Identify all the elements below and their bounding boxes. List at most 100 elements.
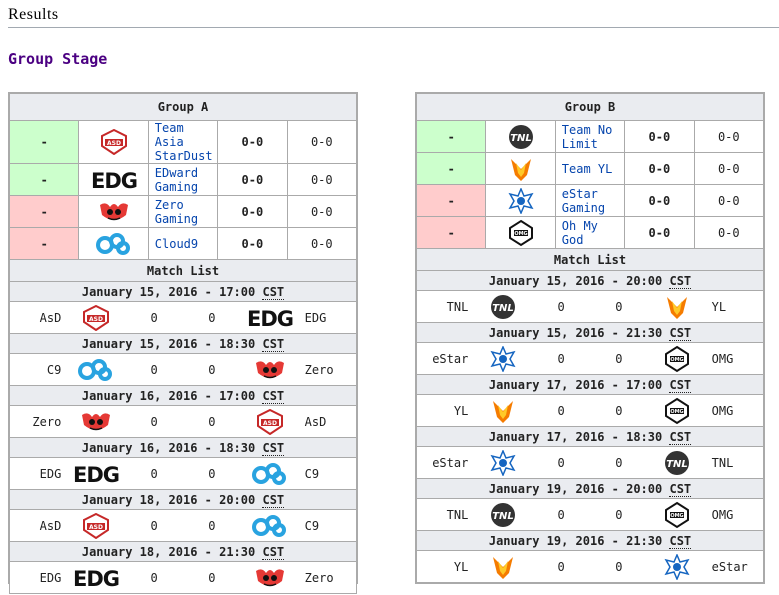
omg-logo-icon[interactable]: OMG xyxy=(508,219,534,247)
asd-logo-icon[interactable]: ASD xyxy=(81,304,111,331)
zero-logo-icon[interactable] xyxy=(78,409,114,435)
match-team2-score: 0 xyxy=(182,509,241,542)
match-date: January 17, 2016 - 17:00 CST xyxy=(416,374,764,395)
match-team2-name: OMG xyxy=(705,394,764,427)
cloud9-logo-icon[interactable] xyxy=(95,232,133,255)
team-logo-cell: ASD xyxy=(78,120,149,164)
match-date-text: January 17, 2016 - 18:30 xyxy=(488,429,663,444)
timezone-abbr[interactable]: CST xyxy=(262,336,285,352)
match-team1-logo: EDG xyxy=(67,457,126,490)
estar-logo-icon[interactable] xyxy=(508,187,534,214)
yl-logo-icon[interactable] xyxy=(489,553,517,581)
timezone-abbr[interactable]: CST xyxy=(262,492,285,508)
match-team1-name: TNL xyxy=(416,498,475,531)
match-team2-name: OMG xyxy=(705,498,764,531)
match-team2-score: 0 xyxy=(589,498,648,531)
team-name-link[interactable]: Oh My God xyxy=(554,216,626,249)
estar-logo-icon[interactable] xyxy=(664,553,690,580)
timezone-abbr[interactable]: CST xyxy=(262,284,285,300)
omg-logo-icon[interactable]: OMG xyxy=(664,345,690,373)
timezone-abbr[interactable]: CST xyxy=(262,388,285,404)
omg-logo-icon[interactable]: OMG xyxy=(664,397,690,425)
match-team2-score: 0 xyxy=(182,457,241,490)
match-team1-score: 0 xyxy=(125,457,183,490)
omg-logo-icon[interactable]: OMG xyxy=(664,501,690,529)
team-status-cell: - xyxy=(415,216,487,249)
estar-logo-icon[interactable] xyxy=(490,345,516,372)
svg-text:EDG: EDG xyxy=(247,307,293,330)
yl-logo-icon[interactable] xyxy=(663,293,691,321)
timezone-abbr[interactable]: CST xyxy=(669,377,692,393)
team-name-link[interactable]: Zero Gaming xyxy=(147,195,219,228)
edg-logo-icon[interactable]: EDG xyxy=(88,168,140,192)
asd-logo-icon[interactable]: ASD xyxy=(255,408,285,435)
team-game-score: 0-0 xyxy=(693,120,765,153)
tnl-logo-icon[interactable]: TNL xyxy=(488,502,518,528)
timezone-abbr[interactable]: CST xyxy=(262,440,285,456)
asd-logo-icon[interactable]: ASD xyxy=(99,129,129,155)
standings-row: - TNL Team No Limit 0-0 0-0 xyxy=(415,120,765,153)
svg-text:TNL: TNL xyxy=(510,133,532,144)
tnl-logo-icon[interactable]: TNL xyxy=(662,450,692,476)
cloud9-logo-icon[interactable] xyxy=(251,514,289,537)
team-name-link[interactable]: eStar Gaming xyxy=(554,184,626,217)
match-row: TNL TNL 0 0 YL xyxy=(416,290,764,323)
match-team2-logo xyxy=(240,561,299,594)
group-b-box: Group B - TNL Team No Limit 0-0 0-0- Team YL 0-… xyxy=(415,92,765,584)
team-name-link[interactable]: Team YL xyxy=(554,152,626,185)
group-table: Group B - TNL Team No Limit 0-0 0-0- Team YL 0-… xyxy=(415,93,765,249)
timezone-abbr[interactable]: CST xyxy=(669,481,692,497)
match-team1-logo xyxy=(474,446,533,479)
zero-logo-icon[interactable] xyxy=(252,565,288,591)
team-status-cell: - xyxy=(8,163,80,196)
timezone-abbr[interactable]: CST xyxy=(669,273,692,289)
edg-logo-icon[interactable]: EDG xyxy=(70,462,122,486)
team-logo-cell: EDG xyxy=(78,163,149,196)
team-status-cell: - xyxy=(415,120,487,153)
match-team1-logo xyxy=(474,394,533,427)
team-game-score: 0-0 xyxy=(286,227,358,260)
group-a-box: Group A - ASD Team Asia StarDust 0-0 0-0- EDG E… xyxy=(8,92,358,594)
timezone-abbr[interactable]: CST xyxy=(669,533,692,549)
svg-text:EDG: EDG xyxy=(73,567,119,590)
svg-text:ASD: ASD xyxy=(89,524,103,531)
yl-logo-icon[interactable] xyxy=(489,397,517,425)
match-team1-name: YL xyxy=(416,550,475,583)
match-date: January 16, 2016 - 18:30 CST xyxy=(9,437,357,458)
match-team1-score: 0 xyxy=(125,509,183,542)
match-team1-score: 0 xyxy=(532,342,590,375)
standings-row: - EDG EDward Gaming 0-0 0-0 xyxy=(8,163,358,196)
zero-logo-icon[interactable] xyxy=(252,357,288,383)
team-name-link[interactable]: Team Asia StarDust xyxy=(147,120,219,164)
zero-logo-icon[interactable] xyxy=(96,199,132,225)
team-name-link[interactable]: Team No Limit xyxy=(554,120,626,153)
edg-logo-icon[interactable]: EDG xyxy=(70,566,122,590)
match-team2-logo xyxy=(647,290,706,323)
team-status-cell: - xyxy=(8,120,80,164)
match-date: January 15, 2016 - 18:30 CST xyxy=(9,333,357,354)
edg-logo-icon[interactable]: EDG xyxy=(244,306,296,330)
team-name-link[interactable]: Cloud9 xyxy=(147,227,219,260)
estar-logo-icon[interactable] xyxy=(490,449,516,476)
team-name-link[interactable]: EDward Gaming xyxy=(147,163,219,196)
match-team1-logo xyxy=(67,353,126,386)
timezone-abbr[interactable]: CST xyxy=(262,544,285,560)
asd-logo-icon[interactable]: ASD xyxy=(81,512,111,539)
tnl-logo-icon[interactable]: TNL xyxy=(488,294,518,320)
match-team2-name: TNL xyxy=(705,446,764,479)
cloud9-logo-icon[interactable] xyxy=(77,358,115,381)
standings-row: - Team YL 0-0 0-0 xyxy=(415,152,765,185)
cloud9-logo-icon[interactable] xyxy=(251,462,289,485)
match-team1-score: 0 xyxy=(532,498,590,531)
svg-text:ASD: ASD xyxy=(107,140,121,147)
timezone-abbr[interactable]: CST xyxy=(669,429,692,445)
match-team2-logo xyxy=(240,353,299,386)
tnl-logo-icon[interactable]: TNL xyxy=(506,124,536,150)
match-team2-score: 0 xyxy=(589,446,648,479)
team-logo-cell: OMG xyxy=(485,216,556,249)
team-logo-cell xyxy=(78,195,149,228)
yl-logo-icon[interactable] xyxy=(507,155,535,183)
timezone-abbr[interactable]: CST xyxy=(669,325,692,341)
match-team1-score: 0 xyxy=(125,301,183,334)
team-game-score: 0-0 xyxy=(693,216,765,249)
